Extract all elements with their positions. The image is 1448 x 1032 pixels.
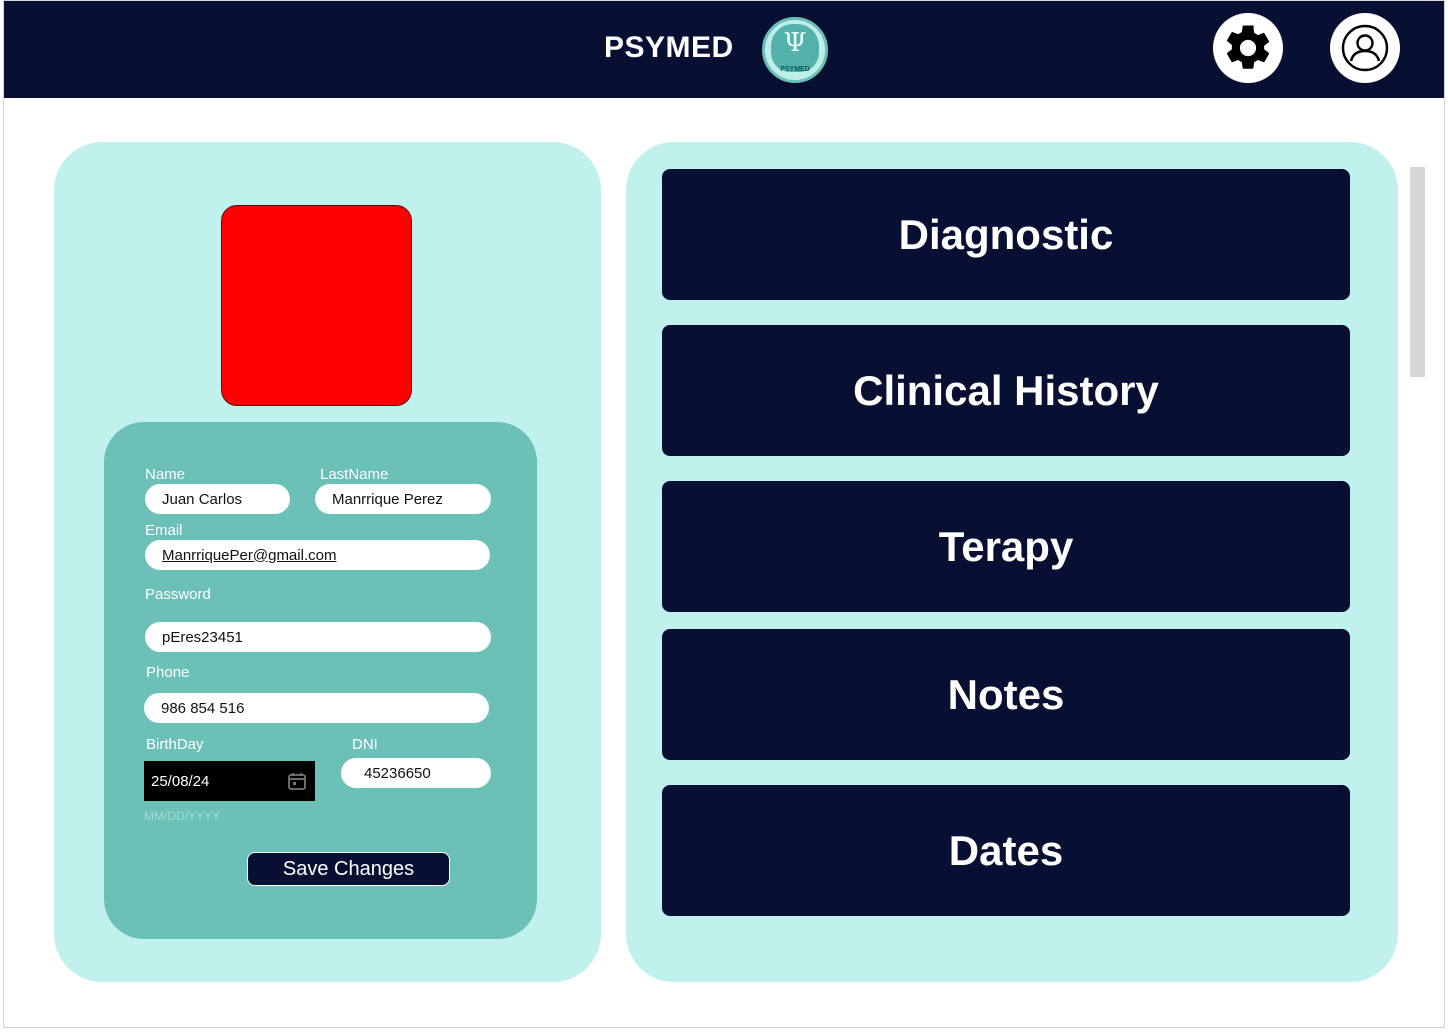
user-circle-icon: [1341, 24, 1389, 72]
phone-value: 986 854 516: [161, 699, 245, 717]
profile-form: Name Juan Carlos LastName Manrrique Pere…: [104, 422, 537, 939]
email-label: Email: [145, 522, 183, 539]
menu-panel: Diagnostic Clinical History Terapy Notes…: [626, 142, 1398, 982]
profile-button[interactable]: [1330, 13, 1400, 83]
password-label: Password: [145, 586, 211, 603]
birthday-hint: MM/DD/YYYY: [144, 809, 221, 823]
birthday-label: BirthDay: [146, 736, 204, 753]
vertical-scrollbar[interactable]: [1410, 167, 1425, 377]
email-field[interactable]: ManrriquePer@gmail.com: [145, 540, 490, 570]
profile-photo[interactable]: [221, 205, 412, 406]
dni-label: DNI: [352, 736, 378, 753]
birthday-value: 25/08/24: [151, 772, 210, 790]
app-frame: PSYMED Ψ PSYMED Name Juan Carlos LastNam…: [3, 0, 1445, 1028]
dni-field[interactable]: 45236650: [341, 758, 491, 788]
diagnostic-button[interactable]: Diagnostic: [662, 169, 1350, 300]
dates-button[interactable]: Dates: [662, 785, 1350, 916]
name-value: Juan Carlos: [162, 490, 243, 508]
password-value: pEres23451: [162, 628, 243, 646]
notes-button[interactable]: Notes: [662, 629, 1350, 760]
calendar-icon[interactable]: [287, 771, 307, 791]
phone-label: Phone: [146, 664, 190, 681]
psymed-logo: Ψ PSYMED: [762, 17, 828, 83]
logo-text: PSYMED: [780, 66, 810, 73]
password-field[interactable]: pEres23451: [145, 622, 491, 652]
save-changes-button[interactable]: Save Changes: [247, 852, 450, 886]
profile-panel: Name Juan Carlos LastName Manrrique Pere…: [54, 142, 601, 982]
terapy-button[interactable]: Terapy: [662, 481, 1350, 612]
lastname-label: LastName: [320, 466, 389, 483]
psi-symbol-icon: Ψ: [783, 28, 807, 58]
gear-icon: [1226, 25, 1270, 69]
settings-button[interactable]: [1213, 13, 1283, 83]
lastname-field[interactable]: Manrrique Perez: [315, 484, 491, 514]
phone-field[interactable]: 986 854 516: [144, 693, 489, 723]
brand-title: PSYMED: [604, 31, 734, 64]
name-label: Name: [145, 466, 186, 483]
lastname-value: Manrrique Perez: [332, 490, 443, 508]
dni-value: 45236650: [364, 764, 431, 782]
name-field[interactable]: Juan Carlos: [145, 484, 290, 514]
clinical-history-button[interactable]: Clinical History: [662, 325, 1350, 456]
birthday-date-input[interactable]: 25/08/24: [144, 761, 315, 801]
email-value: ManrriquePer@gmail.com: [162, 546, 337, 564]
top-header: PSYMED Ψ PSYMED: [4, 1, 1444, 98]
